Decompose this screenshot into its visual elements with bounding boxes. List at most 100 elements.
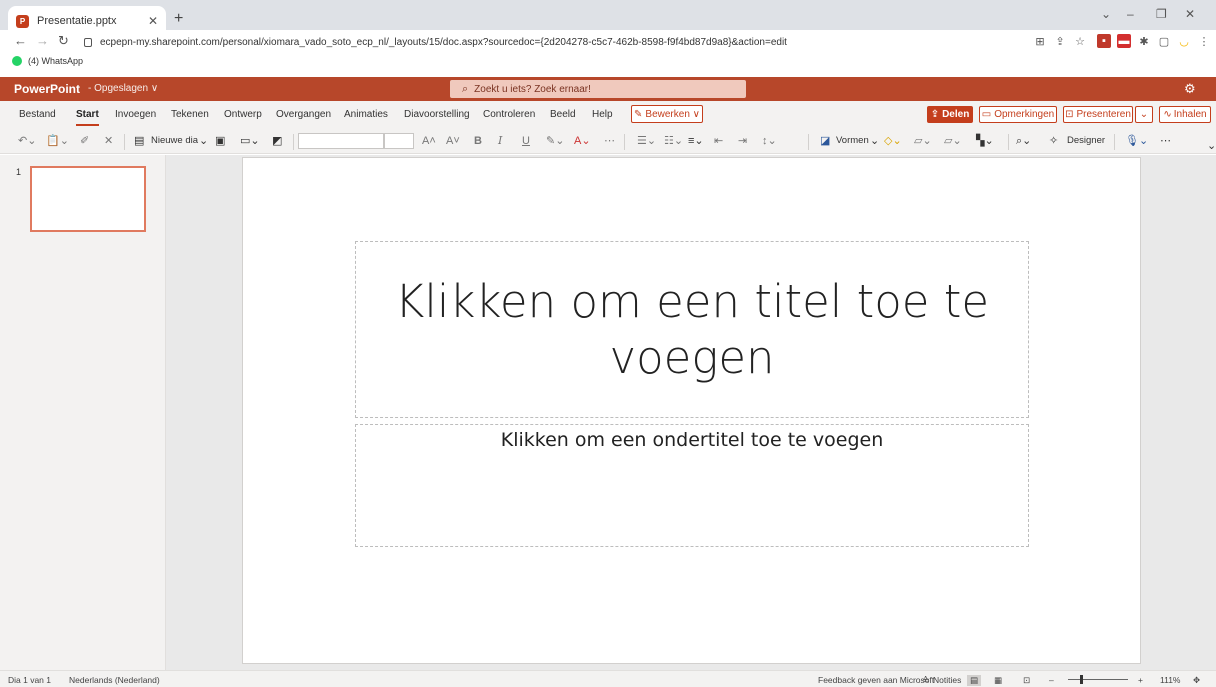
bookmark-star-icon[interactable]: ☆ xyxy=(1073,34,1087,48)
shape-fill-icon[interactable]: ◇⌄ xyxy=(884,133,902,149)
extension-red-icon[interactable]: ▪ xyxy=(1097,34,1111,48)
bullets-icon[interactable]: ☰⌄ xyxy=(637,133,656,149)
zoom-level[interactable]: 111% xyxy=(1160,675,1180,685)
dictate-icon[interactable]: 🎙⌄ xyxy=(1125,133,1148,149)
new-tab-button[interactable]: + xyxy=(174,10,183,28)
underline-icon[interactable]: U xyxy=(522,133,530,149)
present-button[interactable]: ⊡ Presenteren xyxy=(1063,106,1133,123)
fit-to-window-icon[interactable]: ✥ xyxy=(1193,675,1200,686)
save-status[interactable]: - Opgeslagen ∨ xyxy=(88,83,158,94)
tab-search-icon[interactable]: ⌄ xyxy=(1101,7,1111,21)
tab-overgangen[interactable]: Overgangen xyxy=(276,109,331,120)
browser-menu-icon[interactable]: ⋮ xyxy=(1197,34,1211,48)
translate-icon[interactable]: ⊞ xyxy=(1033,34,1047,48)
tab-controleren[interactable]: Controleren xyxy=(483,109,535,120)
extension-pdf-icon[interactable]: ▬ xyxy=(1117,34,1131,48)
present-icon: ⊡ xyxy=(1065,109,1074,120)
comments-button[interactable]: ▭ Opmerkingen xyxy=(979,106,1057,123)
numbering-icon[interactable]: ☷⌄ xyxy=(664,133,683,149)
tab-bestand[interactable]: Bestand xyxy=(19,109,56,120)
normal-view-icon[interactable]: ▤ xyxy=(967,675,982,686)
tab-start[interactable]: Start xyxy=(76,109,99,126)
app-name[interactable]: PowerPoint xyxy=(14,82,80,96)
line-spacing-icon[interactable]: ↕⌄ xyxy=(762,133,777,149)
increase-indent-icon[interactable]: ⇥ xyxy=(738,133,747,149)
close-tab-icon[interactable]: ✕ xyxy=(148,14,158,28)
font-size-select[interactable] xyxy=(384,133,414,149)
back-icon[interactable]: ← xyxy=(14,33,27,48)
arrange-icon[interactable]: ▚⌄ xyxy=(976,133,994,149)
profile-avatar-icon[interactable]: ◡ xyxy=(1177,34,1191,48)
tab-tekenen[interactable]: Tekenen xyxy=(171,109,209,120)
comments-label: Opmerkingen xyxy=(994,109,1055,120)
zoom-slider-thumb[interactable] xyxy=(1080,675,1083,684)
tab-help[interactable]: Help xyxy=(592,109,613,120)
forward-icon[interactable]: → xyxy=(36,33,49,48)
zoom-slider-track[interactable] xyxy=(1068,679,1128,680)
clear-icon[interactable]: ✕ xyxy=(104,133,113,149)
reading-view-icon[interactable]: ⊡ xyxy=(1023,675,1030,686)
decrease-font-icon[interactable]: A˅ xyxy=(446,133,460,149)
edit-mode-label: Bewerken ∨ xyxy=(645,108,700,120)
highlight-icon[interactable]: ✎⌄ xyxy=(546,133,564,149)
bold-icon[interactable]: B xyxy=(474,133,482,149)
bookmark-whatsapp[interactable]: (4) WhatsApp xyxy=(28,56,83,66)
background-icon[interactable]: ◩ xyxy=(272,133,282,149)
shape-outline-icon[interactable]: ▱⌄ xyxy=(914,133,932,149)
tab-diavoorstelling[interactable]: Diavoorstelling xyxy=(404,109,470,120)
minimize-window-button[interactable]: – xyxy=(1127,7,1134,21)
font-color-icon[interactable]: A⌄ xyxy=(574,133,591,149)
format-painter-icon[interactable]: ✐ xyxy=(80,133,89,149)
restore-window-button[interactable]: ❐ xyxy=(1156,7,1167,21)
notes-icon[interactable]: ≙ xyxy=(922,675,929,686)
slide-sorter-icon[interactable]: ▦ xyxy=(994,675,1002,686)
more-font-icon[interactable]: ⋯ xyxy=(604,133,615,149)
new-slide-icon[interactable]: ▤ xyxy=(134,133,144,149)
expand-ribbon-icon[interactable]: ⌄ xyxy=(1207,138,1216,154)
chevron-down-icon[interactable]: ⌄ xyxy=(199,133,208,149)
chevron-down-icon[interactable]: ⌄ xyxy=(870,133,879,149)
search-box[interactable]: ⌕ Zoekt u iets? Zoek ernaar! xyxy=(450,80,746,98)
reuse-slide-icon[interactable]: ▣ xyxy=(215,133,225,149)
reload-icon[interactable]: ↻ xyxy=(58,33,69,49)
feedback-link[interactable]: Feedback geven aan Microsoft xyxy=(818,675,934,685)
share-icon[interactable]: ⇪ xyxy=(1053,34,1067,48)
undo-icon[interactable]: ↶⌄ xyxy=(18,133,36,149)
language-indicator[interactable]: Nederlands (Nederland) xyxy=(69,675,160,685)
zoom-in-icon[interactable]: + xyxy=(1138,675,1143,685)
paste-icon[interactable]: 📋⌄ xyxy=(46,133,69,149)
title-placeholder[interactable]: Klikken om een titel toe te voegen xyxy=(355,241,1029,418)
layout-icon[interactable]: ▭⌄ xyxy=(240,133,260,149)
sidepanel-icon[interactable]: ▢ xyxy=(1157,34,1171,48)
shapes-button[interactable]: Vormen xyxy=(836,133,869,149)
increase-font-icon[interactable]: A˄ xyxy=(422,133,436,149)
shape-effects-icon[interactable]: ▱⌄ xyxy=(944,133,962,149)
designer-icon[interactable]: ✧ xyxy=(1049,133,1058,149)
share-button[interactable]: ⇪ Delen xyxy=(927,106,973,123)
subtitle-placeholder[interactable]: Klikken om een ondertitel toe te voegen xyxy=(355,424,1029,547)
edit-mode-button[interactable]: ✎ Bewerken ∨ xyxy=(631,105,703,123)
tab-invoegen[interactable]: Invoegen xyxy=(115,109,156,120)
notes-button[interactable]: Notities xyxy=(933,675,961,685)
close-window-button[interactable]: ✕ xyxy=(1185,7,1195,21)
find-icon[interactable]: ⌕⌄ xyxy=(1016,133,1031,149)
decrease-indent-icon[interactable]: ⇤ xyxy=(714,133,723,149)
align-icon[interactable]: ≡⌄ xyxy=(688,133,704,149)
tab-ontwerp[interactable]: Ontwerp xyxy=(224,109,262,120)
slide-thumbnail[interactable] xyxy=(30,166,146,232)
more-options-icon[interactable]: ⋯ xyxy=(1160,133,1171,149)
catch-up-button[interactable]: ∿ Inhalen xyxy=(1159,106,1211,123)
italic-icon[interactable]: I xyxy=(498,133,502,149)
settings-gear-icon[interactable]: ⚙ xyxy=(1184,81,1196,97)
tab-beeld[interactable]: Beeld xyxy=(550,109,576,120)
extensions-puzzle-icon[interactable]: ✱ xyxy=(1137,34,1151,48)
font-family-select[interactable] xyxy=(298,133,384,149)
address-bar[interactable]: ecpepn-my.sharepoint.com/personal/xiomar… xyxy=(72,33,1022,51)
zoom-out-icon[interactable]: – xyxy=(1049,675,1054,685)
shapes-icon[interactable]: ◪ xyxy=(820,133,830,149)
designer-button[interactable]: Designer xyxy=(1067,133,1105,149)
new-slide-button[interactable]: Nieuwe dia xyxy=(151,133,198,149)
toolbar-divider xyxy=(808,134,809,150)
present-options-button[interactable]: ⌄ xyxy=(1135,106,1153,123)
tab-animaties[interactable]: Animaties xyxy=(344,109,388,120)
